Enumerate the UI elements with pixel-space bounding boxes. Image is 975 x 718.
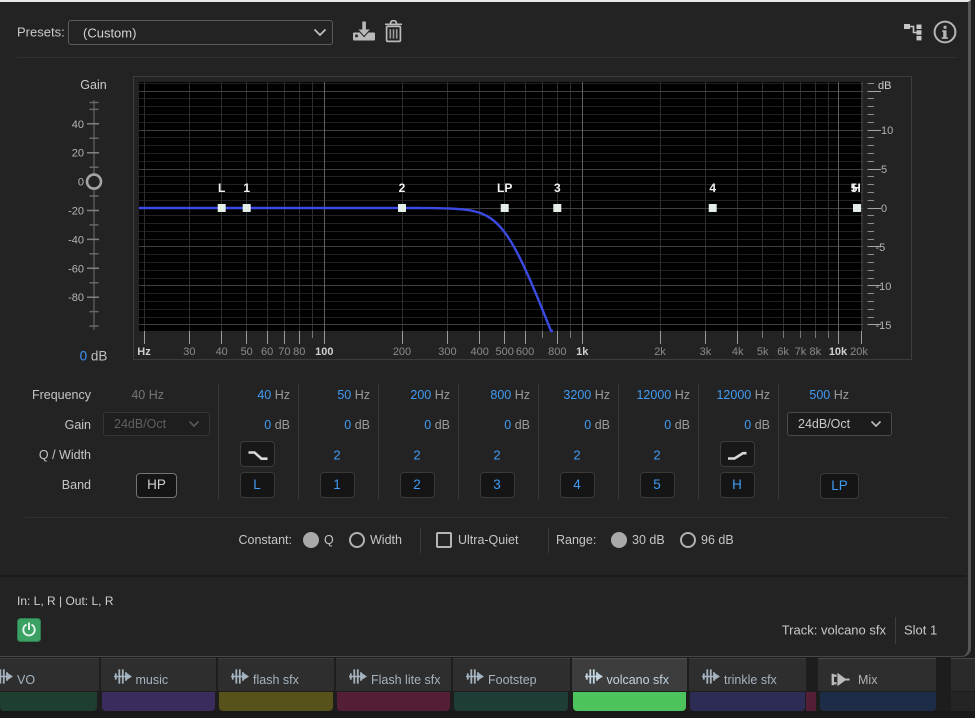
svg-text:10k: 10k (829, 346, 848, 358)
svg-text:500: 500 (496, 346, 514, 358)
svg-text:20: 20 (72, 148, 84, 160)
svg-text:1k: 1k (576, 346, 589, 358)
svg-text:70: 70 (278, 346, 290, 358)
svg-text:3: 3 (554, 181, 561, 195)
svg-text:10: 10 (881, 125, 893, 137)
svg-text:200: 200 (393, 346, 411, 358)
svg-text:dB: dB (878, 80, 891, 92)
svg-text:100: 100 (315, 346, 333, 358)
svg-text:5k: 5k (757, 346, 769, 358)
svg-text:-10: -10 (876, 281, 892, 293)
svg-text:600: 600 (516, 346, 534, 358)
svg-text:-60: -60 (68, 263, 84, 275)
svg-text:40: 40 (216, 346, 228, 358)
svg-text:-80: -80 (68, 292, 84, 304)
svg-text:80: 80 (293, 346, 305, 358)
svg-text:800: 800 (548, 346, 566, 358)
svg-text:40: 40 (72, 119, 84, 131)
svg-text:-15: -15 (876, 320, 892, 332)
svg-text:50: 50 (241, 346, 253, 358)
svg-text:7k: 7k (795, 346, 807, 358)
svg-text:L: L (218, 181, 225, 195)
svg-text:Hz: Hz (137, 346, 151, 358)
svg-text:-5: -5 (876, 242, 886, 254)
svg-text:2k: 2k (654, 346, 666, 358)
svg-text:LP: LP (497, 181, 512, 195)
svg-text:30: 30 (183, 346, 195, 358)
svg-text:400: 400 (471, 346, 489, 358)
svg-text:3k: 3k (700, 346, 712, 358)
svg-text:6k: 6k (777, 346, 789, 358)
svg-text:0: 0 (881, 203, 887, 215)
svg-text:8k: 8k (809, 346, 821, 358)
svg-text:60: 60 (261, 346, 273, 358)
svg-text:20k: 20k (850, 346, 868, 358)
svg-text:-20: -20 (68, 206, 84, 218)
svg-text:4k: 4k (732, 346, 744, 358)
svg-text:2: 2 (399, 181, 406, 195)
svg-text:H: H (852, 181, 861, 195)
svg-text:1: 1 (243, 181, 250, 195)
svg-text:-40: -40 (68, 234, 84, 246)
svg-text:0: 0 (78, 177, 84, 189)
svg-text:4: 4 (709, 181, 716, 195)
svg-text:300: 300 (438, 346, 456, 358)
svg-text:5: 5 (881, 164, 887, 176)
